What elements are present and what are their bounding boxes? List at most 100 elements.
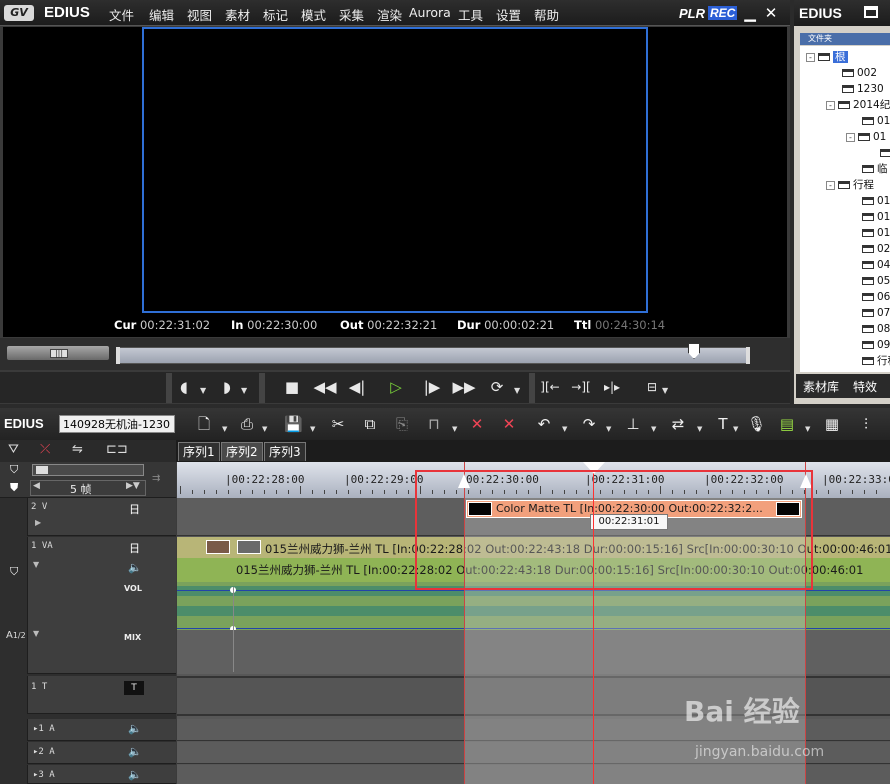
window-restore-icon[interactable]: [864, 6, 878, 18]
tree-item[interactable]: 01: [862, 209, 890, 225]
delete-icon[interactable]: ✕: [466, 413, 488, 435]
menu-view[interactable]: 视图: [187, 5, 212, 24]
minimize-icon[interactable]: ▁: [741, 4, 759, 22]
plr-mode-toggle[interactable]: PLR: [679, 6, 705, 21]
snap-icon[interactable]: ⊏⊐: [106, 442, 128, 457]
tree-item[interactable]: 临: [862, 161, 888, 177]
tab-sequence-2[interactable]: 序列2: [221, 442, 263, 461]
tree-item[interactable]: [880, 145, 890, 161]
paste-icon[interactable]: ⎘: [393, 413, 411, 435]
video-visible-icon[interactable]: 日: [129, 540, 140, 556]
tree-item[interactable]: 02: [862, 241, 890, 257]
overwrite-icon[interactable]: ⊟: [641, 376, 663, 398]
set-out-icon[interactable]: ◗: [219, 376, 235, 398]
chevron-down-icon[interactable]: ▼: [452, 425, 457, 433]
chevron-down-icon[interactable]: ▼: [662, 386, 668, 395]
speaker-icon[interactable]: 🔈: [128, 561, 142, 574]
microphone-icon[interactable]: 🎙: [747, 413, 766, 435]
menu-help[interactable]: 帮助: [534, 5, 559, 24]
speaker-icon[interactable]: 🔈: [128, 745, 142, 758]
speaker-icon[interactable]: 🔈: [128, 768, 142, 781]
menu-mode[interactable]: 模式: [301, 5, 326, 24]
tab-effects[interactable]: 特效: [853, 378, 877, 395]
menu-marker[interactable]: 标记: [263, 5, 288, 24]
chevron-down-icon[interactable]: ▼: [241, 386, 247, 395]
chevron-down-icon[interactable]: ▼: [606, 425, 611, 433]
tree-item[interactable]: 01: [862, 225, 890, 241]
tree-item[interactable]: 08: [862, 321, 890, 337]
collapse-arrow-icon[interactable]: ▼: [33, 629, 39, 638]
mixer-icon[interactable]: ⫶: [856, 413, 876, 435]
chevron-down-icon[interactable]: ▼: [200, 386, 206, 395]
collapse-icon[interactable]: -: [826, 180, 835, 190]
copy-icon[interactable]: ⧉: [361, 413, 379, 435]
chevron-down-icon[interactable]: ▼: [262, 425, 267, 433]
menu-capture[interactable]: 采集: [339, 5, 364, 24]
collapse-icon[interactable]: -: [846, 132, 855, 142]
tree-item[interactable]: 01: [862, 113, 890, 129]
chevron-down-icon[interactable]: ▼: [651, 425, 656, 433]
sync-icon[interactable]: ⇄: [667, 413, 689, 435]
speaker-icon[interactable]: 🔈: [128, 722, 142, 735]
jump-out-icon[interactable]: →][: [568, 376, 594, 398]
cut-icon[interactable]: ✂: [329, 413, 347, 435]
menu-aurora[interactable]: Aurora: [409, 5, 451, 20]
chevron-down-icon[interactable]: ▶▼: [126, 481, 140, 491]
tree-item[interactable]: - 行程: [826, 177, 874, 193]
tree-item[interactable]: 04: [862, 257, 890, 273]
tab-clip-library[interactable]: 素材库: [803, 378, 839, 395]
replace-icon[interactable]: ⊓: [424, 413, 444, 435]
tree-item[interactable]: 1230: [842, 81, 884, 97]
menu-render[interactable]: 渲染: [377, 5, 402, 24]
rec-mode-toggle[interactable]: REC: [708, 6, 738, 20]
chevron-down-icon[interactable]: ▼: [697, 425, 702, 433]
link-icon[interactable]: ⤫: [40, 442, 50, 457]
title-track-icon[interactable]: T: [124, 681, 144, 695]
collapse-icon[interactable]: -: [806, 52, 815, 62]
play-icon[interactable]: ▷: [385, 376, 407, 398]
tree-item[interactable]: -2014纪: [826, 97, 890, 113]
rewind-icon[interactable]: ◀◀: [312, 376, 338, 398]
title-icon[interactable]: T: [714, 413, 732, 435]
menu-settings[interactable]: 设置: [496, 5, 521, 24]
step-forward-icon[interactable]: |▶: [421, 376, 443, 398]
loop-play-icon[interactable]: ⟳: [486, 376, 508, 398]
tree-item[interactable]: 行程: [862, 353, 890, 369]
mode-icon[interactable]: ⛛: [8, 442, 19, 457]
menu-tools[interactable]: 工具: [458, 5, 483, 24]
tree-item[interactable]: 002: [842, 65, 877, 81]
menu-file[interactable]: 文件: [109, 5, 134, 24]
fast-forward-icon[interactable]: ▶▶: [451, 376, 477, 398]
close-icon[interactable]: ✕: [762, 4, 780, 22]
chevron-down-icon[interactable]: ▼: [514, 386, 520, 395]
menu-clip[interactable]: 素材: [225, 5, 250, 24]
position-slider[interactable]: [116, 347, 750, 364]
folder-tree[interactable]: -根 002 1230 -2014纪 01 -01 临 - 行程 01 01 01…: [800, 46, 890, 372]
grid-icon[interactable]: ▦: [822, 413, 842, 435]
tree-item[interactable]: 05: [862, 273, 890, 289]
step-back-icon[interactable]: ◀|: [346, 376, 368, 398]
new-sequence-icon[interactable]: 🗋: [196, 413, 212, 435]
ripple-delete-icon[interactable]: ✕: [498, 413, 520, 435]
tree-item[interactable]: 07: [862, 305, 890, 321]
add-edit-icon[interactable]: ⊥: [623, 413, 643, 435]
stop-icon[interactable]: ■: [283, 376, 301, 398]
expand-arrow-icon[interactable]: ▶: [35, 518, 41, 527]
chevron-down-icon[interactable]: ▼: [310, 425, 315, 433]
video-toggle-icon[interactable]: ⛉: [10, 463, 18, 477]
tree-item-root[interactable]: -根: [806, 49, 848, 65]
collapse-icon[interactable]: -: [826, 100, 835, 110]
chevron-left-icon[interactable]: ◀: [33, 481, 40, 491]
zoom-slider[interactable]: [32, 464, 144, 476]
tree-item[interactable]: 09: [862, 337, 890, 353]
save-icon[interactable]: 💾: [284, 413, 303, 435]
redo-icon[interactable]: ↷: [580, 413, 598, 435]
video-visible-icon[interactable]: 日: [129, 501, 140, 517]
set-in-icon[interactable]: ◖: [176, 376, 192, 398]
collapse-arrow-icon[interactable]: ▼: [33, 560, 39, 569]
shuttle-knob[interactable]: |||: [50, 349, 68, 358]
tab-sequence-1[interactable]: 序列1: [178, 442, 220, 461]
tree-item[interactable]: 01: [862, 193, 890, 209]
chevron-down-icon[interactable]: ▼: [222, 425, 227, 433]
audio-toggle-icon[interactable]: ⛊: [10, 481, 18, 495]
